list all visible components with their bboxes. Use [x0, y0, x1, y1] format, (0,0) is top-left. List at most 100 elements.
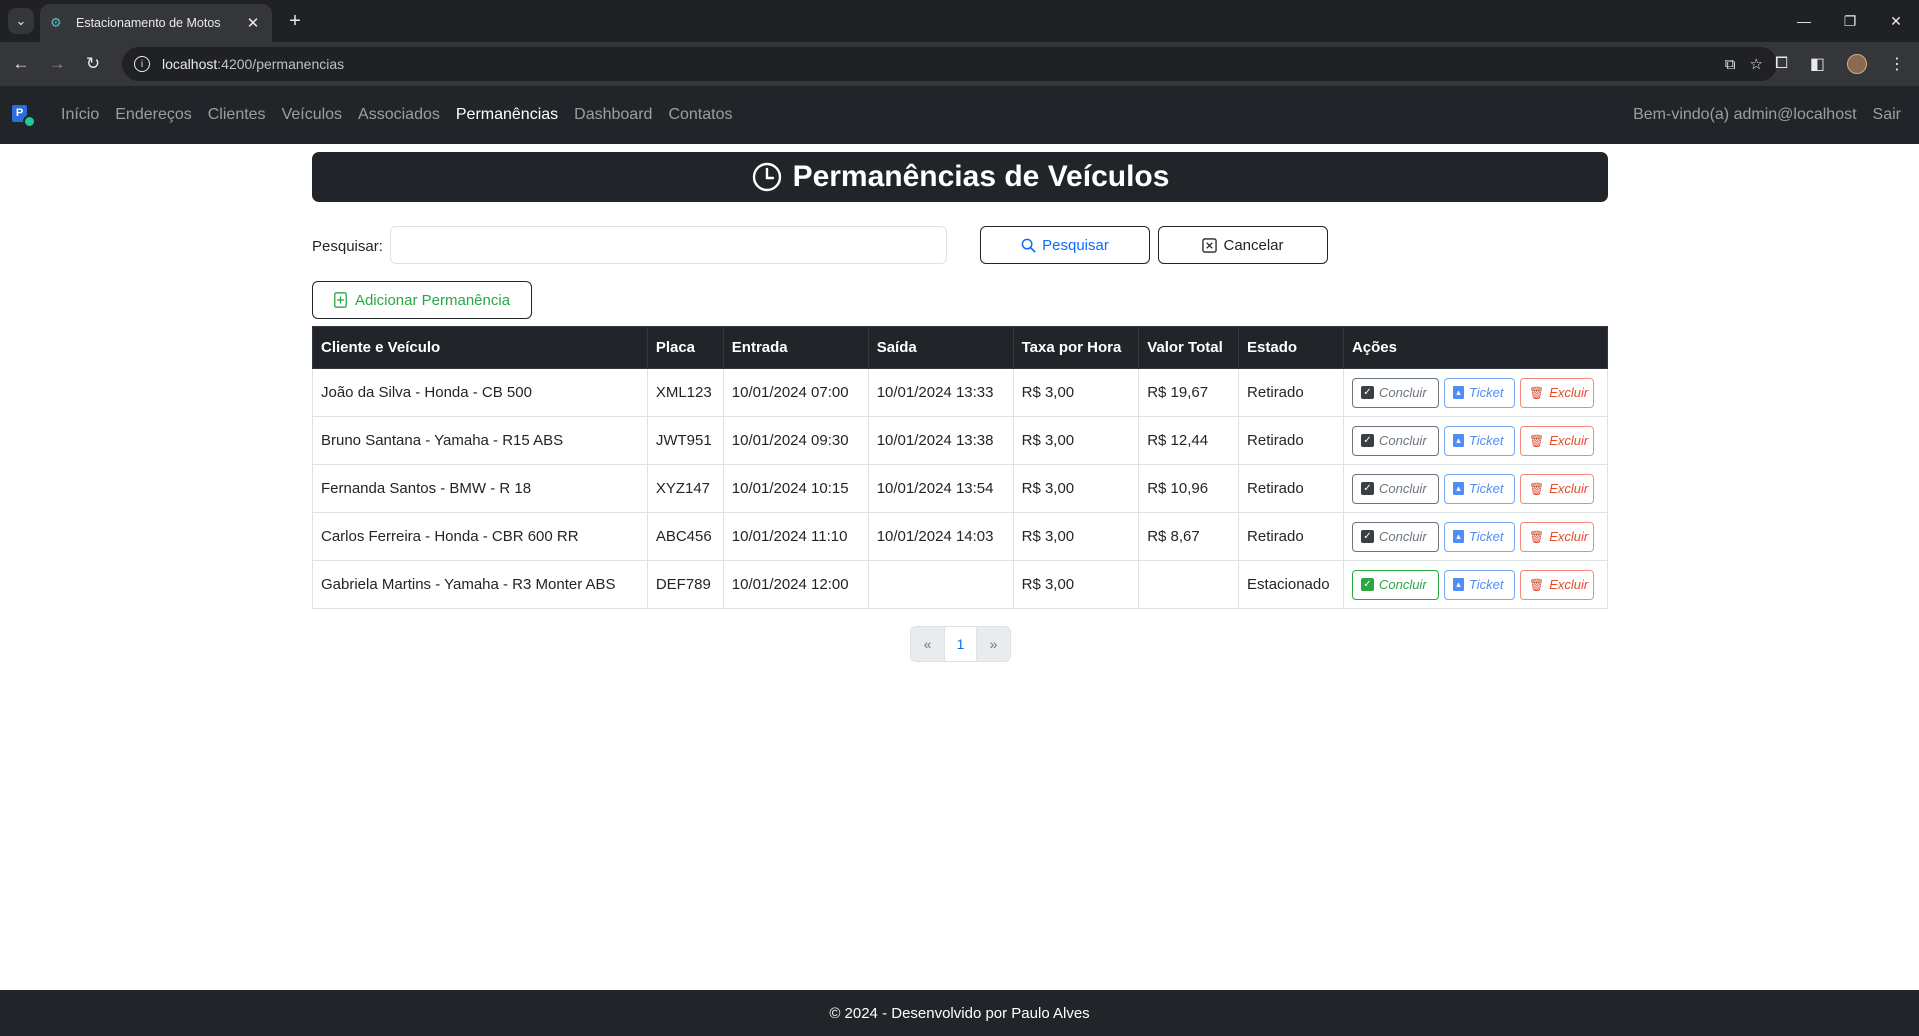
col-header-estado[interactable]: Estado [1238, 326, 1344, 369]
tab-search-button[interactable]: ⌄ [8, 8, 34, 34]
menu-kebab-icon[interactable]: ⋮ [1889, 54, 1905, 74]
excluir-button[interactable]: 🗑 Excluir [1519, 569, 1594, 600]
cancel-button[interactable]: Cancelar [1158, 226, 1328, 264]
table-row: Bruno Santana - Yamaha - R15 ABS JWT951 10… [312, 416, 1609, 465]
concluir-label: Concluir [1378, 433, 1427, 448]
ticket-button[interactable]: ▴ Ticket [1443, 473, 1515, 504]
close-tab-icon[interactable]: ✕ [244, 14, 262, 32]
url-path: :4200/permanencias [217, 56, 345, 72]
footer-text: © 2024 - Desenvolvido por Paulo Alves [829, 1004, 1090, 1022]
browser-tab[interactable]: ⚙ Estacionamento de Motos ✕ [40, 4, 272, 42]
ticket-button[interactable]: ▴ Ticket [1443, 425, 1515, 456]
cell-entrada: 10/01/2024 10:15 [722, 464, 869, 513]
logout-link[interactable]: Sair [1873, 106, 1901, 124]
pagination-prev[interactable]: « [911, 627, 944, 661]
cell-taxa: R$ 3,00 [1012, 512, 1140, 561]
nav-link-dashboard[interactable]: Dashboard [574, 106, 652, 124]
browser-tabstrip: ⌄ ⚙ Estacionamento de Motos ✕ + — ❐ ✕ [0, 0, 1919, 42]
ticket-button[interactable]: ▴ Ticket [1443, 521, 1515, 552]
col-header-cliente-veiculo[interactable]: Cliente e Veículo [312, 326, 648, 369]
nav-links: Início Endereços Clientes Veículos Assoc… [61, 86, 748, 144]
excluir-button[interactable]: 🗑 Excluir [1519, 377, 1594, 408]
cell-cliente-veiculo: Bruno Santana - Yamaha - R15 ABS [312, 416, 648, 465]
pagination-next[interactable]: » [977, 627, 1010, 661]
tab-title: Estacionamento de Motos [76, 16, 221, 30]
close-square-icon [1202, 237, 1218, 253]
concluir-button[interactable]: ✓ Concluir [1351, 521, 1439, 552]
concluir-button[interactable]: ✓ Concluir [1351, 377, 1439, 408]
search-row: Pesquisar: Pesquisar Cancelar [312, 226, 1412, 264]
welcome-text: Bem-vindo(a) admin@localhost [1633, 106, 1857, 123]
cancel-button-label: Cancelar [1223, 236, 1284, 254]
ticket-button[interactable]: ▴ Ticket [1443, 377, 1515, 408]
ticket-label: Ticket [1468, 529, 1504, 544]
restore-button[interactable]: ❐ [1827, 0, 1873, 42]
table-row: João da Silva - Honda - CB 500 XML123 10/0… [312, 368, 1609, 417]
ticket-pdf-icon: ▴ [1452, 434, 1464, 447]
row-actions: ✓ Concluir ▴ Ticket 🗑 Excluir [1351, 377, 1599, 408]
close-window-button[interactable]: ✕ [1873, 0, 1919, 42]
translate-icon[interactable]: ⧉ [1725, 56, 1736, 73]
cell-saida: 10/01/2024 13:54 [867, 464, 1014, 513]
back-button[interactable]: ← [8, 51, 34, 77]
excluir-button[interactable]: 🗑 Excluir [1519, 473, 1594, 504]
motorcycle-favicon-icon: ⚙ [50, 15, 62, 30]
side-panel-icon[interactable]: ◧ [1810, 54, 1825, 74]
concluir-button[interactable]: ✓ Concluir [1351, 425, 1439, 456]
search-input[interactable] [390, 226, 947, 264]
cell-valor-total [1138, 560, 1240, 609]
ticket-pdf-icon: ▴ [1452, 386, 1464, 399]
search-icon [1021, 238, 1036, 252]
concluir-label: Concluir [1378, 577, 1427, 592]
ticket-button[interactable]: ▴ Ticket [1443, 569, 1515, 600]
ticket-pdf-icon: ▴ [1452, 578, 1464, 591]
col-header-taxa[interactable]: Taxa por Hora [1012, 326, 1140, 369]
col-header-saida[interactable]: Saída [867, 326, 1014, 369]
extensions-icon[interactable]: ⧠ [1775, 55, 1788, 73]
col-header-placa[interactable]: Placa [646, 326, 724, 369]
new-tab-button[interactable]: + [282, 8, 308, 34]
nav-link-permanencias[interactable]: Permanências [456, 106, 558, 124]
cell-cliente-veiculo: Carlos Ferreira - Honda - CBR 600 RR [312, 512, 648, 561]
col-header-valor-total[interactable]: Valor Total [1138, 326, 1240, 369]
concluir-button[interactable]: ✓ Concluir [1351, 569, 1439, 600]
cell-estado: Retirado [1238, 512, 1344, 561]
add-permanencia-button[interactable]: Adicionar Permanência [312, 281, 532, 319]
nav-link-veiculos[interactable]: Veículos [282, 106, 342, 124]
col-header-entrada[interactable]: Entrada [722, 326, 869, 369]
reload-button[interactable]: ↻ [80, 51, 106, 77]
add-permanencia-label: Adicionar Permanência [354, 291, 511, 309]
address-bar[interactable]: i localhost:4200/permanencias ⧉ ☆ [122, 47, 1777, 81]
concluir-label: Concluir [1378, 385, 1427, 400]
nav-link-clientes[interactable]: Clientes [208, 106, 266, 124]
row-actions: ✓ Concluir ▴ Ticket 🗑 Excluir [1351, 521, 1599, 552]
trash-icon: 🗑 [1528, 433, 1545, 448]
ticket-pdf-icon: ▴ [1452, 530, 1464, 543]
pagination-page-1[interactable]: 1 [944, 627, 977, 661]
cell-estado: Retirado [1238, 464, 1344, 513]
cell-estado: Retirado [1238, 416, 1344, 465]
search-button[interactable]: Pesquisar [980, 226, 1150, 264]
nav-link-associados[interactable]: Associados [358, 106, 440, 124]
cell-placa: JWT951 [646, 416, 724, 465]
cell-placa: XML123 [646, 368, 724, 417]
brand-logo-icon[interactable]: P [12, 105, 36, 129]
nav-link-contatos[interactable]: Contatos [668, 106, 732, 124]
minimize-button[interactable]: — [1781, 0, 1827, 42]
cell-placa: XYZ147 [646, 464, 724, 513]
excluir-label: Excluir [1549, 481, 1589, 496]
nav-link-inicio[interactable]: Início [61, 106, 99, 124]
page-title: Permanências de Veículos [792, 160, 1170, 193]
excluir-button[interactable]: 🗑 Excluir [1519, 425, 1594, 456]
bookmark-star-icon[interactable]: ☆ [1750, 55, 1763, 73]
nav-link-enderecos[interactable]: Endereços [115, 106, 192, 124]
site-info-icon[interactable]: i [134, 56, 150, 72]
forward-button[interactable]: → [44, 51, 70, 77]
profile-avatar[interactable] [1847, 54, 1867, 74]
ticket-label: Ticket [1468, 433, 1504, 448]
omnibox-icons: ⧉ ☆ [1725, 47, 1777, 81]
excluir-button[interactable]: 🗑 Excluir [1519, 521, 1594, 552]
cell-entrada: 10/01/2024 07:00 [722, 368, 869, 417]
concluir-label: Concluir [1378, 529, 1427, 544]
concluir-button[interactable]: ✓ Concluir [1351, 473, 1439, 504]
